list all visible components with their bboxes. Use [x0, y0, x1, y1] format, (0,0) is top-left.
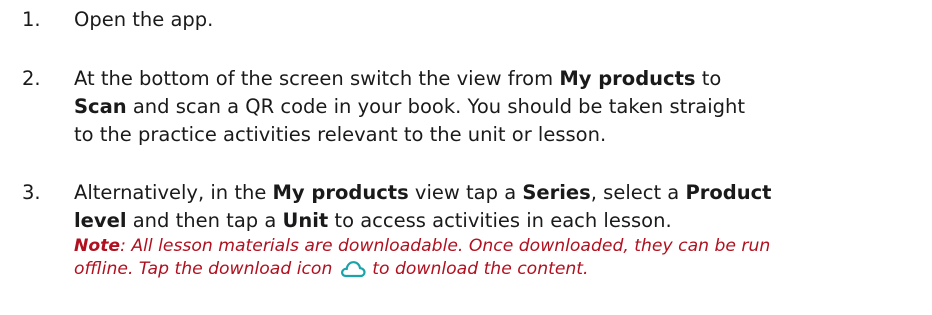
cloud-download-icon — [340, 261, 366, 278]
bold-term-product: Product — [685, 181, 772, 204]
step-line: to the practice activities relevant to t… — [74, 123, 607, 146]
text-segment: to download the content. — [366, 259, 589, 279]
note-label: Note — [74, 236, 121, 256]
step-text: Alternatively, in the My products view t… — [74, 179, 932, 281]
step-number: 3. — [22, 181, 41, 204]
bold-term-my-products: My products — [559, 67, 696, 90]
step-line: level and then tap a Unit to access acti… — [74, 207, 932, 235]
text-segment: At the bottom of the screen switch the v… — [74, 67, 560, 90]
text-segment: to — [695, 67, 722, 90]
bold-term-unit: Unit — [282, 209, 329, 232]
bold-term-scan: Scan — [74, 95, 127, 118]
step-line: Open the app. — [74, 8, 214, 31]
bold-term-my-products: My products — [272, 181, 409, 204]
step-text: Open the app. — [74, 6, 932, 34]
text-segment: and then tap a — [126, 209, 283, 232]
bold-term-series: Series — [522, 181, 591, 204]
step-line: Alternatively, in the My products view t… — [74, 179, 932, 207]
step-line: Scan and scan a QR code in your book. Yo… — [74, 93, 932, 121]
step-text: At the bottom of the screen switch the v… — [74, 65, 932, 149]
text-segment: offline. Tap the download icon — [74, 259, 338, 279]
text-segment: Alternatively, in the — [74, 181, 273, 204]
text-segment: : All lesson materials are downloadable.… — [120, 236, 771, 256]
text-segment: , select a — [590, 181, 686, 204]
note-line: Note: All lesson materials are downloada… — [74, 235, 932, 258]
text-segment: view tap a — [408, 181, 523, 204]
bold-term-level: level — [74, 209, 127, 232]
text-segment: and scan a QR code in your book. You sho… — [126, 95, 746, 118]
text-segment: to access activities in each lesson. — [328, 209, 672, 232]
step-number: 2. — [22, 67, 41, 90]
step-number: 1. — [22, 8, 41, 31]
step-line: At the bottom of the screen switch the v… — [74, 65, 932, 93]
note-line: offline. Tap the download icon to downlo… — [74, 258, 932, 281]
